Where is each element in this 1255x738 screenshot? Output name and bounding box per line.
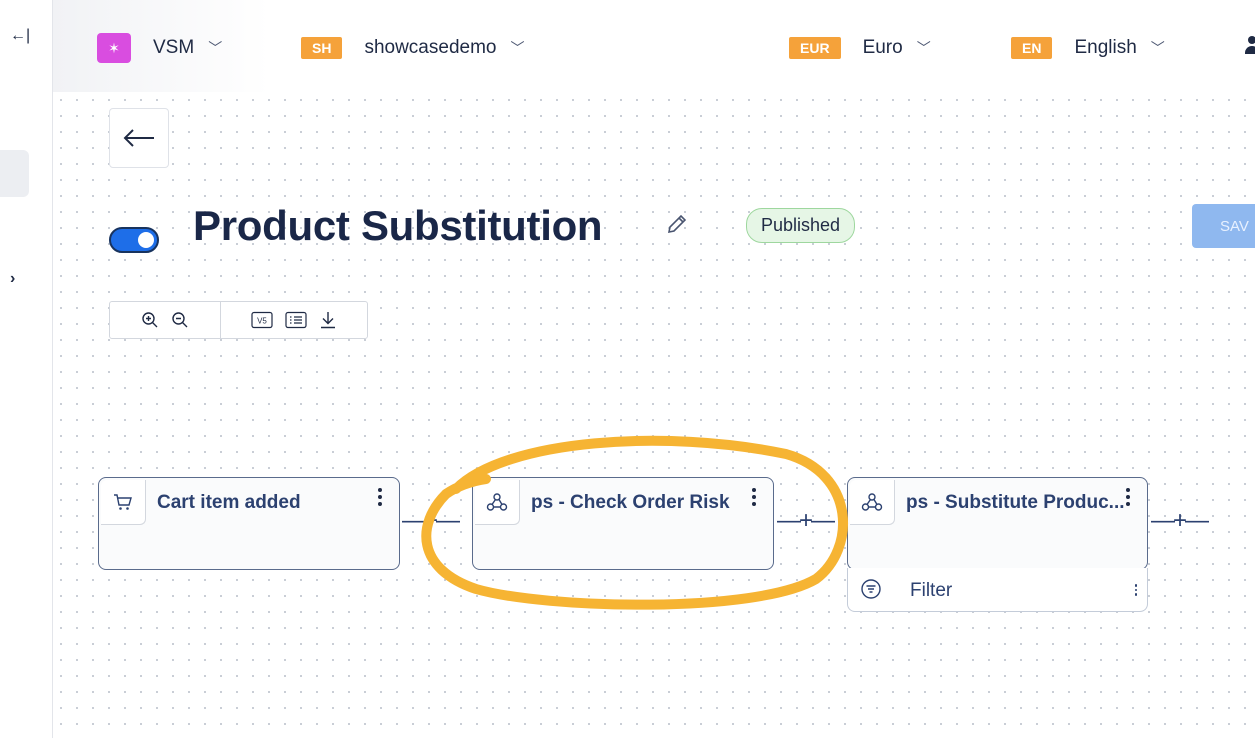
- node-menu-icon[interactable]: [1125, 488, 1131, 509]
- node-label: Cart item added: [157, 492, 301, 513]
- back-button[interactable]: [109, 108, 169, 168]
- pencil-icon[interactable]: [665, 212, 689, 241]
- flow-canvas[interactable]: Product Substitution Published SAV V5 Ca…: [53, 92, 1255, 738]
- version-label: V5: [257, 317, 267, 326]
- webhook-icon: [475, 480, 520, 525]
- workspace-badge: SH: [301, 37, 343, 59]
- download-icon[interactable]: [319, 311, 337, 329]
- chevron-down-icon: ﹀: [1150, 40, 1165, 56]
- node-label: ps - Substitute Produc...: [906, 492, 1125, 513]
- magic-wand-icon: ✶: [97, 33, 131, 63]
- canvas-toolbar: V5: [109, 301, 368, 339]
- language-selector[interactable]: EN English ﹀: [1011, 34, 1165, 62]
- add-step-connector[interactable]: —+—: [402, 507, 460, 535]
- collapse-sidebar-icon[interactable]: ←|: [10, 27, 30, 45]
- chevron-down-icon: ﹀: [510, 40, 525, 56]
- currency-badge: EUR: [789, 37, 841, 59]
- status-badge: Published: [746, 208, 856, 243]
- language-badge: EN: [1011, 37, 1053, 59]
- top-bar: ✶ VSM ﹀ SH showcasedemo ﹀ EUR Euro ﹀ EN …: [53, 0, 1255, 92]
- webhook-icon: [850, 480, 895, 525]
- flow-enabled-toggle[interactable]: [109, 227, 159, 253]
- expand-chevron-icon[interactable]: ›: [10, 270, 15, 288]
- chevron-down-icon: ﹀: [916, 40, 931, 56]
- app-name: VSM: [153, 37, 195, 58]
- currency-name: Euro: [862, 37, 903, 58]
- flow-node-substitute-product[interactable]: ps - Substitute Produc...: [847, 477, 1148, 570]
- arrow-left-icon: [123, 129, 154, 147]
- workspace-name: showcasedemo: [364, 37, 497, 58]
- save-button[interactable]: SAV: [1192, 204, 1255, 248]
- filter-menu-icon[interactable]: [1134, 584, 1137, 598]
- workspace-selector[interactable]: SH showcasedemo ﹀: [301, 34, 524, 62]
- user-icon[interactable]: [1245, 36, 1255, 56]
- zoom-in-icon[interactable]: [141, 311, 159, 329]
- node-label: ps - Check Order Risk: [531, 492, 730, 513]
- node-filter[interactable]: Filter: [847, 568, 1148, 612]
- version-button[interactable]: V5: [251, 311, 273, 329]
- flow-node-trigger[interactable]: Cart item added: [98, 477, 400, 570]
- toggle-knob: [138, 232, 154, 248]
- filter-icon: [860, 578, 882, 605]
- currency-selector[interactable]: EUR Euro ﹀: [789, 34, 931, 62]
- sidebar-active-item[interactable]: [0, 150, 29, 197]
- page-title: Product Substitution: [193, 202, 603, 249]
- app-selector[interactable]: ✶ VSM ﹀: [97, 33, 223, 63]
- left-rail: ←| ›: [0, 0, 53, 738]
- cart-icon: [101, 480, 146, 525]
- list-icon[interactable]: [285, 311, 307, 329]
- node-menu-icon[interactable]: [377, 488, 383, 509]
- chevron-down-icon: ﹀: [208, 40, 223, 56]
- flow-node-check-order-risk[interactable]: ps - Check Order Risk: [472, 477, 774, 570]
- add-step-connector[interactable]: —+—: [777, 507, 835, 535]
- zoom-out-icon[interactable]: [171, 311, 189, 329]
- node-menu-icon[interactable]: [751, 488, 757, 509]
- add-step-connector[interactable]: —+—: [1151, 507, 1209, 535]
- filter-label: Filter: [910, 580, 953, 601]
- language-name: English: [1074, 37, 1137, 58]
